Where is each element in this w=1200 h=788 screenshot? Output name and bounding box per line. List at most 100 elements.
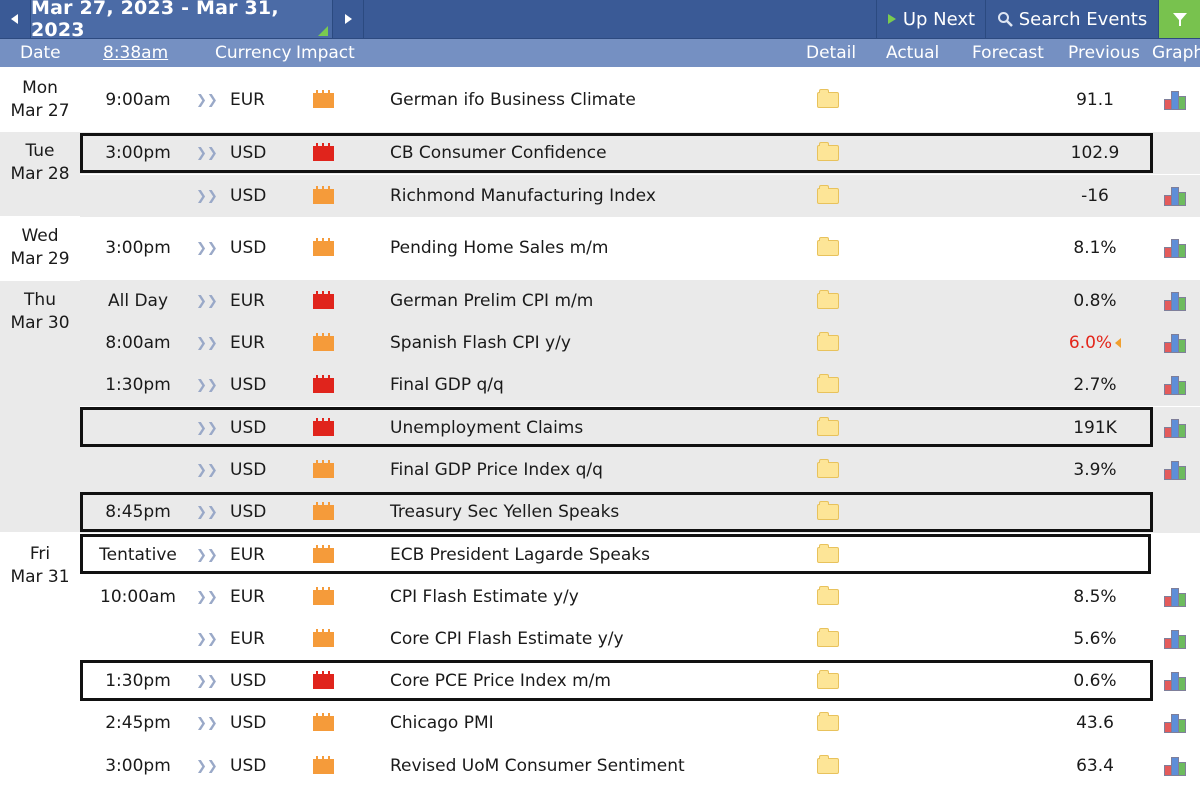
event-row[interactable]: 1:30pm ❯❯ USD Core PCE Price Index m/m 0…: [80, 660, 1200, 703]
event-row[interactable]: ❯❯ USD Richmond Manufacturing Index -16: [80, 175, 1200, 218]
impact-medium-icon[interactable]: [313, 618, 335, 660]
event-row[interactable]: 10:00am ❯❯ EUR CPI Flash Estimate y/y 8.…: [80, 576, 1200, 619]
alert-sound-icon[interactable]: ❯❯: [196, 175, 218, 217]
detail-folder-icon[interactable]: [817, 322, 839, 364]
detail-folder-icon[interactable]: [817, 79, 839, 121]
detail-folder-icon[interactable]: [817, 407, 839, 449]
event-title[interactable]: German ifo Business Climate: [390, 79, 810, 121]
event-title[interactable]: Final GDP q/q: [390, 364, 810, 406]
event-row[interactable]: 8:45pm ❯❯ USD Treasury Sec Yellen Speaks: [80, 491, 1200, 534]
detail-folder-icon[interactable]: [817, 175, 839, 217]
graph-chart-icon[interactable]: [1164, 449, 1190, 491]
alert-sound-icon[interactable]: ❯❯: [196, 79, 218, 121]
event-row[interactable]: 9:00am ❯❯ EUR German ifo Business Climat…: [80, 79, 1200, 122]
search-events-button[interactable]: Search Events: [985, 0, 1158, 38]
graph-chart-icon[interactable]: [1164, 79, 1190, 121]
graph-chart-icon[interactable]: [1164, 364, 1190, 406]
impact-medium-icon[interactable]: [313, 702, 335, 744]
alert-sound-icon[interactable]: ❯❯: [196, 449, 218, 491]
event-title[interactable]: Treasury Sec Yellen Speaks: [390, 491, 810, 533]
event-title[interactable]: Richmond Manufacturing Index: [390, 175, 810, 217]
event-title[interactable]: CB Consumer Confidence: [390, 132, 810, 174]
detail-folder-icon[interactable]: [817, 227, 839, 269]
impact-medium-icon[interactable]: [313, 745, 335, 787]
graph-chart-icon[interactable]: [1164, 745, 1190, 787]
impact-medium-icon[interactable]: [313, 79, 335, 121]
next-week-button[interactable]: [333, 0, 364, 38]
impact-high-icon[interactable]: [313, 132, 335, 174]
event-title[interactable]: Core PCE Price Index m/m: [390, 660, 810, 702]
alert-sound-icon[interactable]: ❯❯: [196, 576, 218, 618]
event-row[interactable]: All Day ❯❯ EUR German Prelim CPI m/m 0.8…: [80, 280, 1200, 323]
impact-medium-icon[interactable]: [313, 576, 335, 618]
detail-folder-icon[interactable]: [817, 534, 839, 576]
event-title[interactable]: Pending Home Sales m/m: [390, 227, 810, 269]
graph-chart-icon[interactable]: [1164, 280, 1190, 322]
detail-folder-icon[interactable]: [817, 618, 839, 660]
alert-sound-icon[interactable]: ❯❯: [196, 491, 218, 533]
impact-medium-icon[interactable]: [313, 534, 335, 576]
impact-high-icon[interactable]: [313, 280, 335, 322]
graph-chart-icon[interactable]: [1164, 618, 1190, 660]
event-row[interactable]: ❯❯ EUR Core CPI Flash Estimate y/y 5.6%: [80, 618, 1200, 661]
graph-chart-icon[interactable]: [1164, 702, 1190, 744]
event-title[interactable]: CPI Flash Estimate y/y: [390, 576, 810, 618]
event-title[interactable]: Revised UoM Consumer Sentiment: [390, 745, 810, 787]
impact-high-icon[interactable]: [313, 364, 335, 406]
alert-sound-icon[interactable]: ❯❯: [196, 660, 218, 702]
event-title[interactable]: Final GDP Price Index q/q: [390, 449, 810, 491]
event-row[interactable]: 3:00pm ❯❯ USD Pending Home Sales m/m 8.1…: [80, 227, 1200, 270]
alert-sound-icon[interactable]: ❯❯: [196, 132, 218, 174]
event-row[interactable]: 3:00pm ❯❯ USD CB Consumer Confidence 102…: [80, 132, 1200, 175]
detail-folder-icon[interactable]: [817, 132, 839, 174]
graph-chart-icon[interactable]: [1164, 660, 1190, 702]
detail-folder-icon[interactable]: [817, 280, 839, 322]
alert-sound-icon[interactable]: ❯❯: [196, 534, 218, 576]
impact-high-icon[interactable]: [313, 660, 335, 702]
event-row[interactable]: 8:00am ❯❯ EUR Spanish Flash CPI y/y 6.0%: [80, 322, 1200, 365]
detail-folder-icon[interactable]: [817, 364, 839, 406]
up-next-button[interactable]: Up Next: [876, 0, 985, 38]
event-row[interactable]: 1:30pm ❯❯ USD Final GDP q/q 2.7%: [80, 364, 1200, 407]
alert-sound-icon[interactable]: ❯❯: [196, 702, 218, 744]
event-title[interactable]: Unemployment Claims: [390, 407, 810, 449]
event-row[interactable]: ❯❯ USD Final GDP Price Index q/q 3.9%: [80, 449, 1200, 492]
impact-medium-icon[interactable]: [313, 227, 335, 269]
graph-chart-icon[interactable]: [1164, 322, 1190, 364]
event-title[interactable]: Spanish Flash CPI y/y: [390, 322, 810, 364]
event-row[interactable]: 2:45pm ❯❯ USD Chicago PMI 43.6: [80, 702, 1200, 745]
impact-medium-icon[interactable]: [313, 322, 335, 364]
graph-chart-icon[interactable]: [1164, 227, 1190, 269]
impact-high-icon[interactable]: [313, 407, 335, 449]
detail-folder-icon[interactable]: [817, 576, 839, 618]
impact-medium-icon[interactable]: [313, 449, 335, 491]
alert-sound-icon[interactable]: ❯❯: [196, 364, 218, 406]
event-row[interactable]: ❯❯ USD Unemployment Claims 191K: [80, 407, 1200, 450]
event-title[interactable]: Chicago PMI: [390, 702, 810, 744]
header-current-time[interactable]: 8:38am: [103, 43, 168, 63]
previous-week-button[interactable]: [0, 0, 31, 38]
detail-folder-icon[interactable]: [817, 745, 839, 787]
revised-arrow-icon[interactable]: [1115, 338, 1122, 348]
alert-sound-icon[interactable]: ❯❯: [196, 745, 218, 787]
detail-folder-icon[interactable]: [817, 660, 839, 702]
alert-sound-icon[interactable]: ❯❯: [196, 322, 218, 364]
impact-medium-icon[interactable]: [313, 175, 335, 217]
impact-medium-icon[interactable]: [313, 491, 335, 533]
graph-chart-icon[interactable]: [1164, 576, 1190, 618]
alert-sound-icon[interactable]: ❯❯: [196, 280, 218, 322]
graph-chart-icon[interactable]: [1164, 407, 1190, 449]
detail-folder-icon[interactable]: [817, 449, 839, 491]
detail-folder-icon[interactable]: [817, 702, 839, 744]
event-title[interactable]: Core CPI Flash Estimate y/y: [390, 618, 810, 660]
graph-chart-icon[interactable]: [1164, 175, 1190, 217]
filter-button[interactable]: [1158, 0, 1200, 38]
alert-sound-icon[interactable]: ❯❯: [196, 407, 218, 449]
detail-folder-icon[interactable]: [817, 491, 839, 533]
date-range-selector[interactable]: Mar 27, 2023 - Mar 31, 2023: [31, 0, 333, 41]
event-title[interactable]: ECB President Lagarde Speaks: [390, 534, 810, 576]
event-row[interactable]: Tentative ❯❯ EUR ECB President Lagarde S…: [80, 534, 1200, 577]
alert-sound-icon[interactable]: ❯❯: [196, 227, 218, 269]
event-row[interactable]: 3:00pm ❯❯ USD Revised UoM Consumer Senti…: [80, 745, 1200, 788]
alert-sound-icon[interactable]: ❯❯: [196, 618, 218, 660]
